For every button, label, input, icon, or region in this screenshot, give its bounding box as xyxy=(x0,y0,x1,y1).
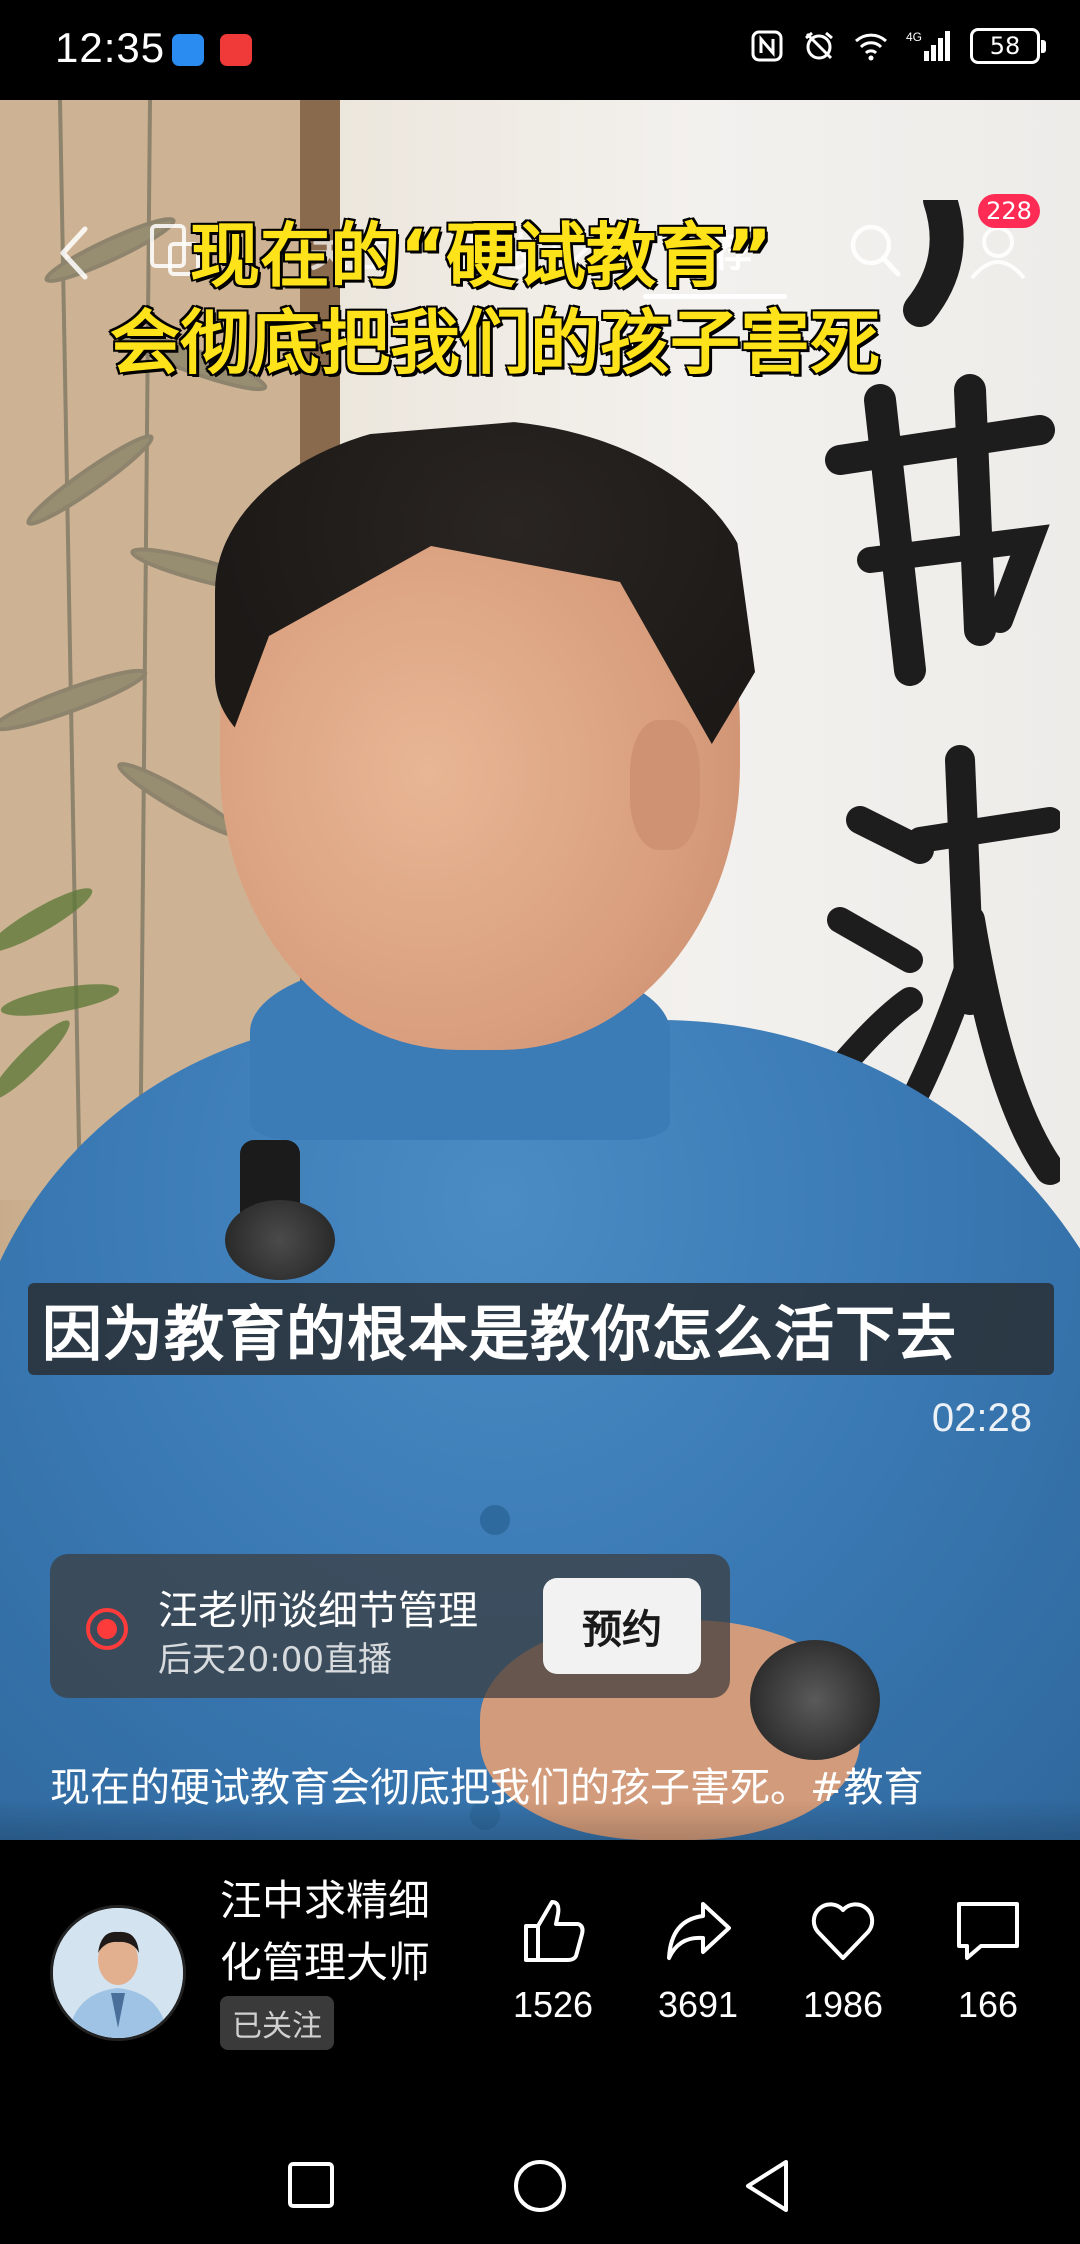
search-icon[interactable] xyxy=(848,222,902,278)
comment-icon xyxy=(957,1902,1019,1960)
author-name[interactable]: 汪中求精细化管理大师 xyxy=(220,1870,470,1994)
notification-badge: 228 xyxy=(978,194,1040,228)
alarm-off-icon xyxy=(805,31,833,60)
follow-status-button[interactable]: 已关注 xyxy=(220,1996,334,2050)
heart-icon xyxy=(811,1902,875,1960)
live-stream-name: 汪老师谈细节管理 xyxy=(158,1588,478,1634)
video-title-line2: 会彻底把我们的孩子害死 xyxy=(109,301,882,386)
recent-apps-icon[interactable] xyxy=(286,2160,336,2210)
top-navigation: 关注 朋友 推荐 228 xyxy=(0,100,1080,299)
video-caption[interactable]: 现在的硬试教育会彻底把我们的孩子害死。#教育 xyxy=(50,1755,924,1813)
comment-count: 166 xyxy=(957,1984,1019,2025)
app-notification-icon xyxy=(172,34,204,66)
shirt-button xyxy=(480,1505,510,1535)
wifi-icon xyxy=(854,33,888,61)
favorite-action[interactable]: 1986 xyxy=(783,1896,903,2026)
status-icons: 4G 58 xyxy=(750,28,1046,64)
author-avatar[interactable] xyxy=(50,1905,186,2041)
live-stream-time: 后天20:00直播 xyxy=(158,1640,392,1680)
wristwatch xyxy=(750,1640,880,1760)
back-nav-icon[interactable] xyxy=(742,2158,792,2214)
network-type-label: 4G xyxy=(906,30,922,44)
mail-notification-icon xyxy=(220,34,252,66)
speaker-ear xyxy=(630,720,700,850)
favorite-count: 1986 xyxy=(802,1984,884,2025)
video-subtitle: 因为教育的根本是教你怎么活下去 xyxy=(28,1283,1054,1375)
video-title-line1: 现在的“硬试教育” xyxy=(188,214,773,299)
live-indicator-icon xyxy=(86,1608,128,1650)
profile-icon[interactable] xyxy=(968,222,1028,280)
like-action[interactable]: 1526 xyxy=(493,1896,613,2026)
cellular-signal-icon: 4G xyxy=(906,30,950,61)
share-icon xyxy=(667,1902,731,1960)
like-count: 1526 xyxy=(512,1984,594,2025)
avatar-portrait xyxy=(53,1908,183,2038)
reserve-button[interactable]: 预约 xyxy=(543,1578,701,1674)
battery-indicator: 58 xyxy=(970,28,1046,64)
thumbs-up-icon xyxy=(524,1900,585,1962)
nfc-icon xyxy=(751,30,783,62)
share-count: 3691 xyxy=(657,1984,739,2025)
share-action[interactable]: 3691 xyxy=(638,1896,758,2026)
battery-level: 58 xyxy=(989,32,1021,60)
status-time: 12:35 xyxy=(55,24,166,71)
status-bar: 12:35 4G 58 xyxy=(0,0,1080,100)
home-icon[interactable] xyxy=(512,2158,568,2214)
mic-windscreen xyxy=(225,1200,335,1280)
video-duration: 02:28 xyxy=(931,1396,1032,1440)
back-icon[interactable] xyxy=(55,225,95,281)
system-navigation-bar xyxy=(0,2130,1080,2244)
comment-action[interactable]: 166 xyxy=(928,1896,1048,2026)
